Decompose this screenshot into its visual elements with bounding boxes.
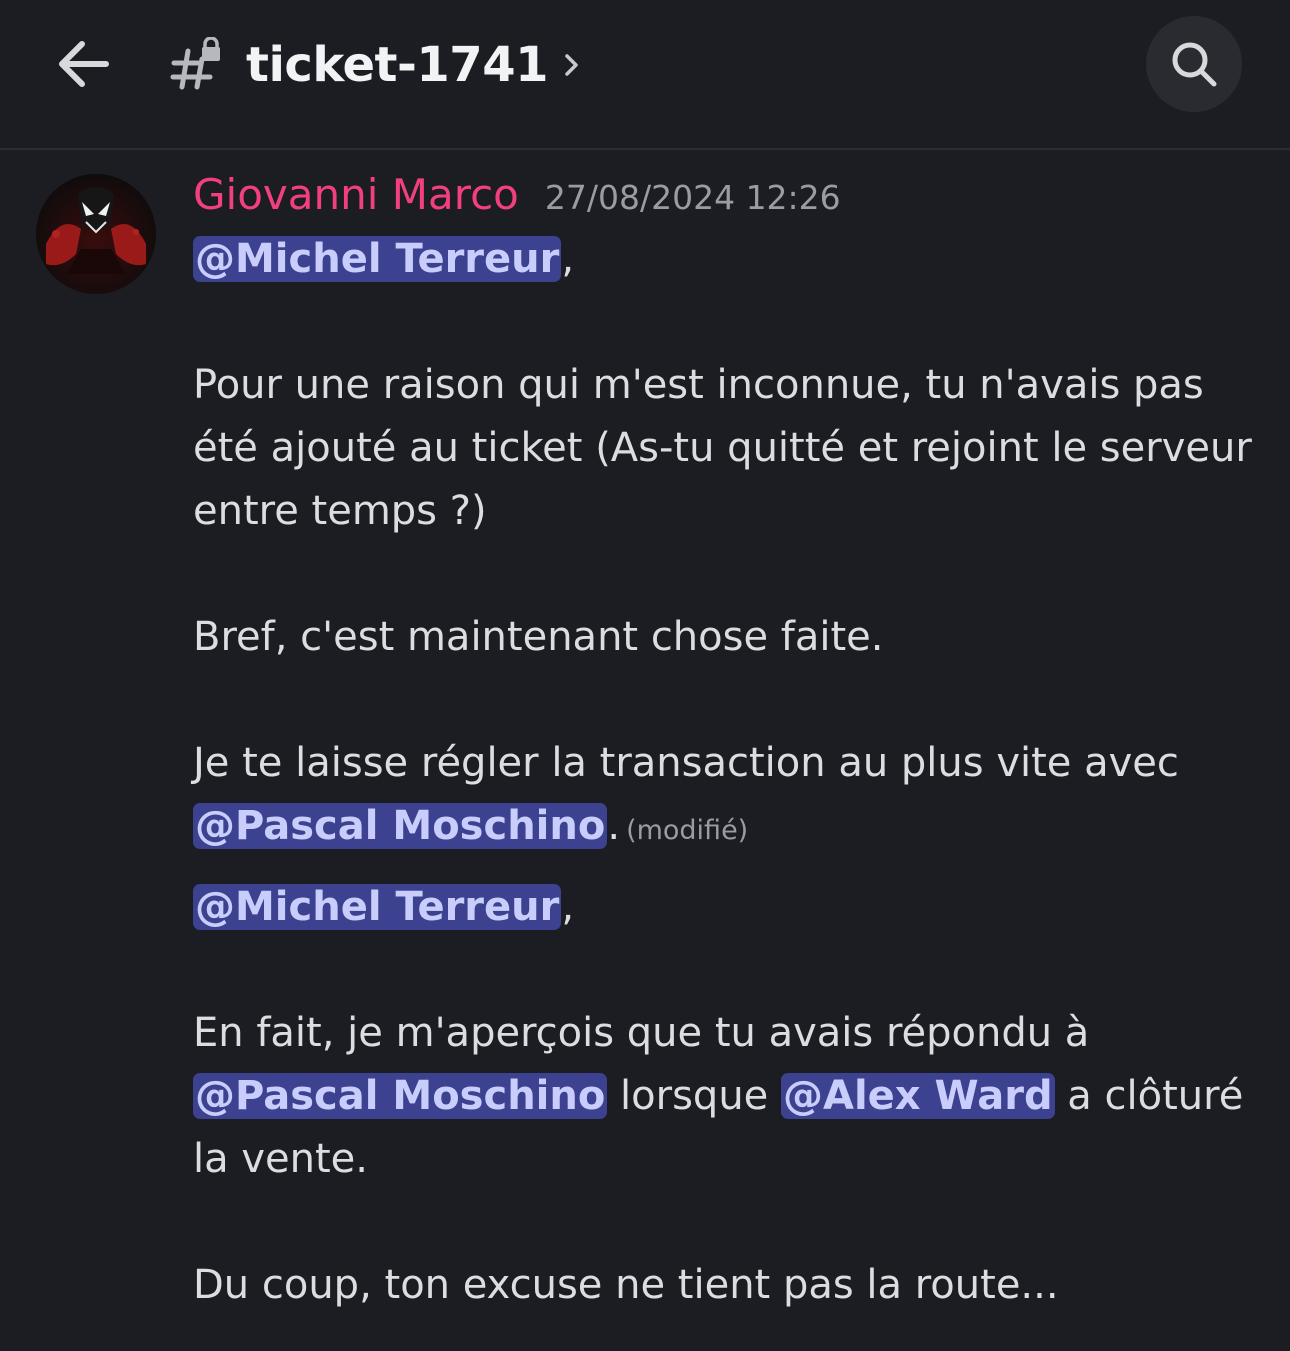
paragraph-end: .: [607, 803, 621, 849]
channel-name: ticket-1741: [246, 37, 549, 93]
mention-pascal-moschino[interactable]: @Pascal Moschino: [193, 803, 608, 849]
message-content: @Michel Terreur, Pour une raison qui m'e…: [193, 228, 1273, 1317]
message-paragraph: Pour une raison qui m'est inconnue, tu n…: [193, 362, 1252, 534]
message-paragraph: En fait, je m'aperçois que tu avais répo…: [193, 1002, 1273, 1191]
message-paragraph: Du coup, ton excuse ne tient pas la rout…: [193, 1262, 1059, 1308]
paragraph-text: Je te laisse régler la transaction au pl…: [193, 740, 1179, 786]
arrow-left-icon: [59, 41, 109, 87]
avatar[interactable]: [36, 174, 156, 294]
mention-pascal-moschino[interactable]: @Pascal Moschino: [193, 1073, 608, 1119]
message-line: @Michel Terreur,: [193, 228, 1273, 291]
mention-michel-terreur[interactable]: @Michel Terreur: [193, 236, 562, 282]
message-paragraph: Je te laisse régler la transaction au pl…: [193, 732, 1273, 862]
back-button[interactable]: [48, 28, 120, 100]
message-header: Giovanni Marco 27/08/2024 12:26: [193, 170, 841, 219]
channel-title[interactable]: ticket-1741: [170, 30, 582, 100]
message-body-1: @Michel Terreur, Pour une raison qui m'e…: [193, 228, 1273, 862]
mention-alex-ward[interactable]: @Alex Ward: [781, 1073, 1055, 1119]
mention-michel-terreur[interactable]: @Michel Terreur: [193, 884, 562, 930]
paragraph-text: En fait, je m'aperçois que tu avais répo…: [193, 1010, 1090, 1056]
chevron-right-icon: [565, 54, 578, 76]
message-body-2: @Michel Terreur, En fait, je m'aperçois …: [193, 876, 1273, 1317]
avatar-image: [36, 174, 156, 294]
search-icon: [1172, 42, 1217, 87]
edited-label: (modifié): [626, 815, 749, 846]
message-paragraph: Bref, c'est maintenant chose faite.: [193, 614, 884, 660]
message-line: @Michel Terreur,: [193, 876, 1273, 939]
comma: ,: [561, 236, 575, 282]
paragraph-text: lorsque: [607, 1073, 781, 1119]
search-button[interactable]: [1146, 16, 1242, 112]
comma: ,: [561, 884, 575, 930]
channel-header: ticket-1741: [0, 0, 1290, 150]
message-timestamp: 27/08/2024 12:26: [544, 178, 841, 217]
author-name[interactable]: Giovanni Marco: [193, 170, 519, 219]
locked-hashtag-icon: [170, 37, 220, 90]
